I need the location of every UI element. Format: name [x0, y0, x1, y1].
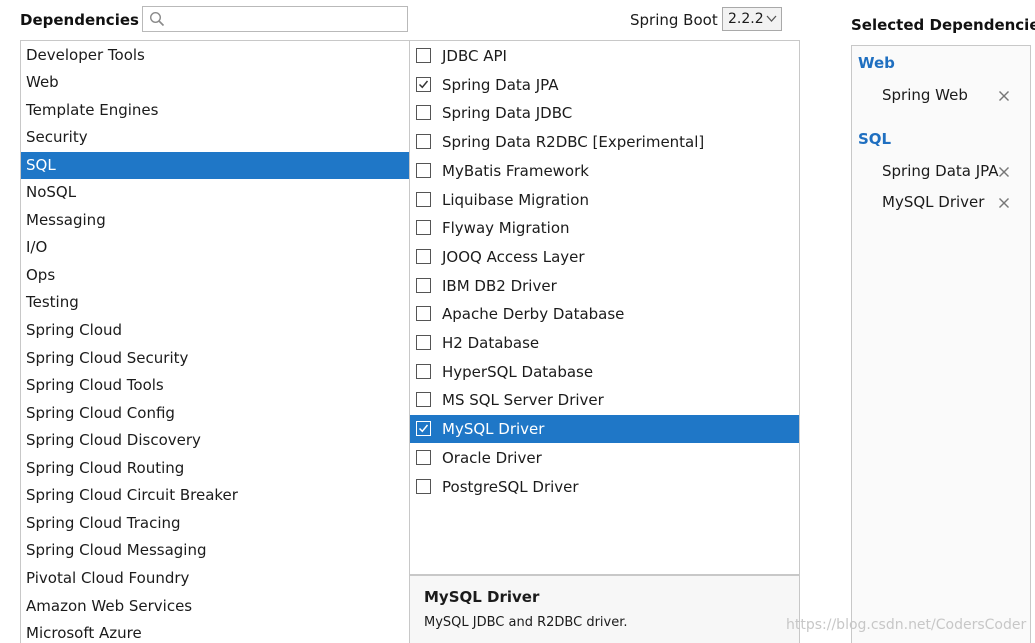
spring-boot-version-select[interactable]: 2.2.2: [722, 7, 782, 31]
category-item[interactable]: Spring Cloud: [21, 317, 409, 344]
dependency-label: Spring Data R2DBC [Experimental]: [442, 133, 705, 152]
dependency-item[interactable]: Liquibase Migration: [410, 186, 799, 214]
category-item[interactable]: Security: [21, 124, 409, 151]
dependency-checkbox[interactable]: [416, 191, 431, 207]
dependency-label: PostgreSQL Driver: [442, 477, 579, 496]
dependency-checkbox[interactable]: [416, 48, 431, 63]
dependency-checkbox[interactable]: [416, 449, 431, 465]
dependency-item[interactable]: HyperSQL Database: [410, 358, 799, 386]
dependency-item[interactable]: MS SQL Server Driver: [410, 386, 799, 414]
remove-dependency-icon[interactable]: [998, 166, 1010, 178]
dependency-item[interactable]: JOOQ Access Layer: [410, 243, 799, 271]
selected-dependency: MySQL Driver: [882, 193, 985, 211]
dependency-item[interactable]: Flyway Migration: [410, 214, 799, 242]
dependency-item[interactable]: Spring Data R2DBC [Experimental]: [410, 128, 799, 156]
dependency-checkbox[interactable]: [416, 478, 431, 494]
dependency-item[interactable]: MyBatis Framework: [410, 157, 799, 185]
dependency-label: H2 Database: [442, 334, 540, 352]
search-icon: [149, 11, 165, 27]
selected-dependencies-panel: Web Spring Web SQL Spring Data JPA MySQL Dri…: [851, 45, 1031, 643]
checkmark-icon: [418, 424, 429, 433]
selected-group-heading: Web: [858, 54, 895, 72]
dependencies-label: Dependencies: [20, 11, 139, 29]
spring-boot-label: Spring Boot: [630, 11, 718, 29]
dependency-label: Spring Data JDBC: [442, 104, 573, 123]
category-item[interactable]: Spring Cloud Routing: [21, 455, 409, 482]
category-item[interactable]: Spring Cloud Security: [21, 345, 409, 372]
dependency-checkbox[interactable]: [416, 162, 431, 178]
dependency-checkbox[interactable]: [416, 134, 431, 150]
dependency-item[interactable]: Spring Data JPA: [410, 71, 799, 99]
remove-dependency-icon[interactable]: [998, 90, 1010, 102]
remove-dependency-icon[interactable]: [998, 197, 1010, 209]
dependency-checkbox[interactable]: [416, 335, 431, 350]
dependency-item[interactable]: IBM DB2 Driver: [410, 272, 799, 300]
dependency-label: Oracle Driver: [442, 448, 542, 467]
dependency-label: MyBatis Framework: [442, 161, 589, 180]
dependency-label: Spring Data JPA: [442, 75, 559, 94]
search-input[interactable]: [169, 9, 407, 31]
category-item[interactable]: NoSQL: [21, 179, 409, 206]
spring-boot-version-value: 2.2.2: [728, 11, 764, 27]
dependency-item[interactable]: Apache Derby Database: [410, 300, 799, 328]
dependency-label: Flyway Migration: [442, 219, 570, 238]
dependency-label: Apache Derby Database: [442, 305, 625, 324]
dependency-item[interactable]: JDBC API: [410, 42, 799, 70]
category-item[interactable]: Spring Cloud Tools: [21, 372, 409, 399]
dependency-item[interactable]: Spring Data JDBC: [410, 99, 799, 127]
dependency-label: JDBC API: [442, 47, 507, 65]
dependency-checkbox[interactable]: [416, 277, 431, 293]
dependency-checkbox[interactable]: [416, 306, 431, 322]
category-item[interactable]: Web: [21, 69, 409, 96]
description-title: MySQL Driver: [424, 588, 540, 606]
category-list[interactable]: Developer Tools Web Template Engines Securi…: [20, 40, 410, 643]
dependency-checkbox[interactable]: [416, 76, 431, 92]
description-panel: MySQL Driver MySQL JDBC and R2DBC driver…: [410, 575, 800, 643]
dependency-checkbox[interactable]: [416, 105, 431, 121]
selected-group-heading: SQL: [858, 130, 892, 148]
category-item[interactable]: Template Engines: [21, 97, 409, 124]
dependency-label: IBM DB2 Driver: [442, 276, 557, 295]
dependency-item[interactable]: MySQL Driver: [410, 415, 799, 444]
dependency-checkbox[interactable]: [416, 363, 431, 379]
category-item[interactable]: Testing: [21, 289, 409, 316]
category-item[interactable]: Pivotal Cloud Foundry: [21, 565, 409, 592]
selected-dependency: Spring Web: [882, 86, 968, 104]
watermark: https://blog.csdn.net/CodersCoder: [786, 617, 1027, 633]
dependency-item[interactable]: PostgreSQL Driver: [410, 473, 799, 501]
description-text: MySQL JDBC and R2DBC driver.: [424, 615, 628, 630]
category-item[interactable]: Spring Cloud Discovery: [21, 427, 409, 454]
category-item[interactable]: SQL: [21, 151, 409, 179]
category-item[interactable]: Messaging: [21, 207, 409, 234]
dependency-checkbox[interactable]: [416, 220, 431, 236]
selected-dependencies-title: Selected Dependencies: [851, 16, 1035, 34]
category-item[interactable]: Amazon Web Services: [21, 593, 409, 620]
category-item[interactable]: Developer Tools: [21, 42, 409, 69]
category-item[interactable]: Ops: [21, 262, 409, 289]
category-item[interactable]: Spring Cloud Messaging: [21, 537, 409, 564]
checkmark-icon: [418, 80, 429, 89]
dependency-checkbox[interactable]: [416, 248, 431, 264]
dependency-label: JOOQ Access Layer: [442, 247, 585, 266]
dependency-label: HyperSQL Database: [442, 362, 594, 381]
dependency-label: Liquibase Migration: [442, 190, 589, 209]
chevron-down-icon: [766, 15, 777, 22]
dependency-item[interactable]: H2 Database: [410, 329, 799, 357]
dependency-checkbox[interactable]: [416, 392, 431, 408]
category-item[interactable]: Spring Cloud Tracing: [21, 510, 409, 537]
category-item[interactable]: I/O: [21, 234, 409, 261]
dependency-checkbox[interactable]: [416, 421, 431, 437]
category-item[interactable]: Spring Cloud Config: [21, 400, 409, 427]
category-item[interactable]: Spring Cloud Circuit Breaker: [21, 482, 409, 509]
dependency-list[interactable]: JDBC API Spring Data JPA Spring Data JDBC S…: [410, 40, 800, 575]
dependency-label: MySQL Driver: [442, 420, 545, 439]
category-item[interactable]: Microsoft Azure: [21, 620, 409, 643]
search-box[interactable]: [142, 6, 408, 32]
dependency-item[interactable]: Oracle Driver: [410, 444, 799, 472]
dependency-label: MS SQL Server Driver: [442, 391, 604, 410]
selected-dependency: Spring Data JPA: [882, 162, 999, 180]
